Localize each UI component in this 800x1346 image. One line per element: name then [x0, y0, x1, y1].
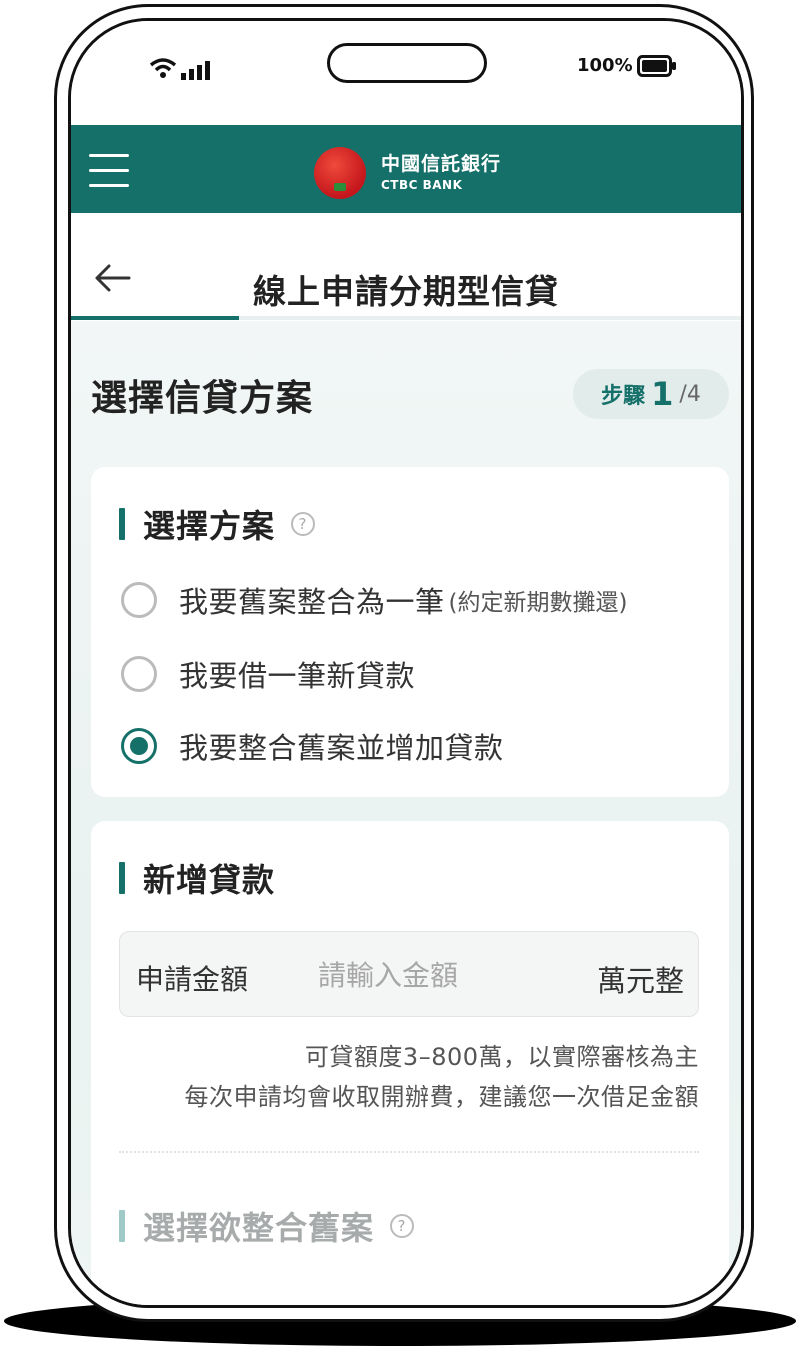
status-bar: 100% [71, 21, 741, 125]
plan-option-label: 我要舊案整合為一筆 [179, 585, 445, 619]
hamburger-menu-icon[interactable] [89, 154, 129, 187]
step-progress-fill [71, 316, 239, 320]
phone-screen: 100% 中國信託銀行 CTBC BANK 線上申請分期型信貸 選擇信貸方案 步… [68, 18, 744, 1308]
ctbc-logo [314, 147, 366, 199]
new-loan-card: 新增貸款 申請金額 萬元整 可貸額度3–800萬，以實際審核為主 每次申請均會收… [91, 821, 729, 1305]
dynamic-island [327, 43, 487, 83]
wifi-signal-icon [149, 58, 210, 80]
plan-option-note: (約定新期數攤還) [448, 590, 628, 616]
step-indicator: 步驟 1 /4 [573, 369, 729, 419]
page-title: 線上申請分期型信貸 [253, 272, 559, 311]
plan-heading-text: 選擇方案 [143, 507, 276, 545]
plan-option-consolidate-and-increase[interactable]: 我要整合舊案並增加貸款 [121, 725, 504, 767]
battery-icon [637, 55, 676, 77]
credit-limit-note: 可貸額度3–800萬，以實際審核為主 [304, 1043, 699, 1071]
step-progress-bar [71, 316, 741, 320]
fee-note: 每次申請均會收取開辦費，建議您一次借足金額 [184, 1083, 699, 1111]
bank-name-en: CTBC BANK [381, 178, 463, 192]
heading-accent-bar [119, 1210, 125, 1242]
bank-name-zh: 中國信託銀行 [381, 153, 502, 175]
help-icon[interactable]: ? [291, 512, 316, 536]
amount-field: 申請金額 萬元整 [119, 931, 699, 1017]
amount-unit: 萬元整 [596, 964, 684, 998]
main-content: 選擇信貸方案 步驟 1 /4 選擇方案 ? 我要舊案整合為一筆 (約定新期數攤還… [71, 321, 741, 1305]
battery-percent: 100% [577, 55, 633, 76]
bank-name: 中國信託銀行 CTBC BANK [381, 153, 501, 193]
plan-option-consolidate[interactable]: 我要舊案整合為一筆 (約定新期數攤還) [121, 579, 627, 621]
plan-option-new-loan[interactable]: 我要借一筆新貸款 [121, 653, 415, 695]
section-title: 選擇信貸方案 [91, 378, 314, 419]
plan-option-label: 我要整合舊案並增加貸款 [179, 731, 504, 765]
radio-button[interactable] [121, 582, 157, 618]
step-total: /4 [679, 381, 701, 407]
radio-button-checked[interactable] [121, 728, 157, 764]
plan-selection-card: 選擇方案 ? 我要舊案整合為一筆 (約定新期數攤還) 我要借一筆新貸款 我要整合… [91, 467, 729, 797]
radio-button[interactable] [121, 656, 157, 692]
consolidate-heading: 選擇欲整合舊案 ? [119, 1203, 415, 1249]
plan-heading: 選擇方案 ? [119, 501, 316, 547]
heading-accent-bar [119, 862, 125, 894]
amount-input[interactable] [316, 950, 540, 1000]
step-label: 步驟 [601, 384, 646, 409]
step-current: 1 [651, 375, 674, 413]
section-divider [119, 1151, 699, 1153]
title-bar: 線上申請分期型信貸 [71, 213, 741, 320]
amount-label: 申請金額 [136, 963, 249, 996]
plan-option-label: 我要借一筆新貸款 [179, 659, 416, 693]
help-icon[interactable]: ? [390, 1214, 415, 1238]
app-header: 中國信託銀行 CTBC BANK [71, 125, 741, 213]
new-loan-heading: 新增貸款 [119, 855, 275, 901]
heading-accent-bar [119, 508, 125, 540]
new-loan-heading-text: 新增貸款 [143, 861, 276, 899]
consolidate-heading-text: 選擇欲整合舊案 [143, 1209, 375, 1247]
